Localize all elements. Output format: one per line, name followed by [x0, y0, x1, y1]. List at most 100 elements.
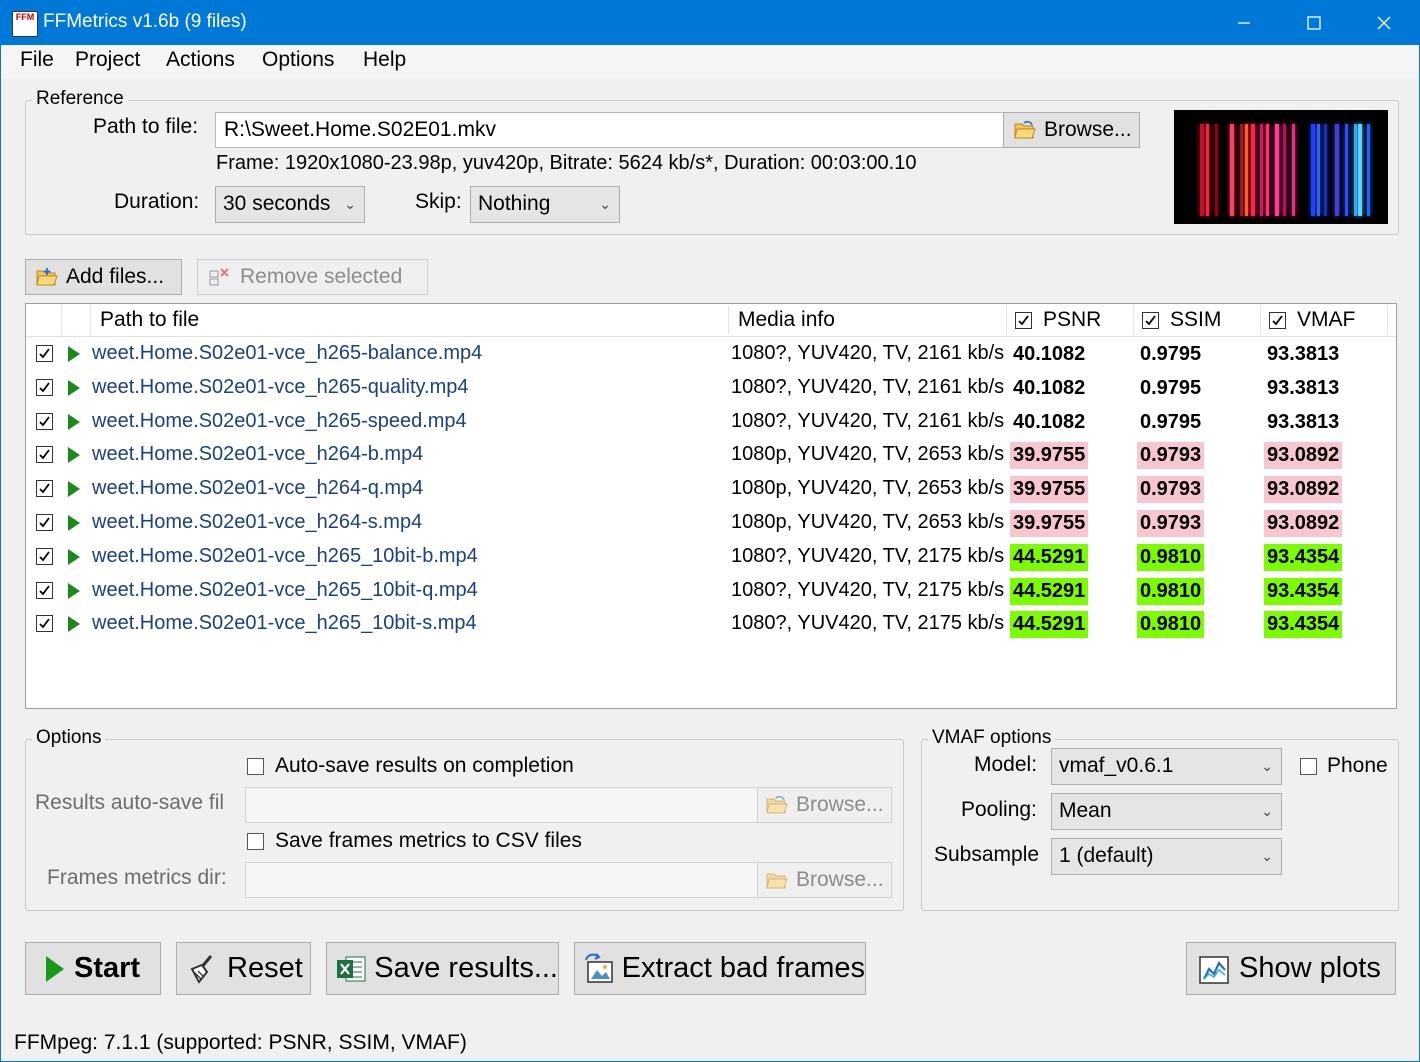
row-checkbox[interactable]: [36, 446, 53, 464]
thumbnail-stripe: [1266, 124, 1269, 216]
folder-icon: [766, 873, 788, 889]
row-path: weet.Home.S02e01-vce_h265-quality.mp4: [92, 375, 469, 398]
table-row[interactable]: weet.Home.S02e01-vce_h265_10bit-q.mp4 108…: [26, 574, 1396, 608]
header-media-info[interactable]: Media info: [738, 308, 835, 332]
csv-checkbox[interactable]: [247, 833, 264, 850]
row-checkbox[interactable]: [36, 412, 53, 430]
psnr-checkbox[interactable]: [1015, 312, 1032, 329]
row-checkbox[interactable]: [36, 615, 53, 633]
table-row[interactable]: weet.Home.S02e01-vce_h264-b.mp4 1080p, YU…: [26, 438, 1396, 472]
frames-dir-input[interactable]: [245, 862, 759, 898]
add-files-label: Add files...: [66, 265, 165, 288]
skip-select[interactable]: Nothing ⌄: [470, 186, 620, 223]
reset-button[interactable]: Reset: [176, 942, 311, 995]
row-checkbox[interactable]: [36, 480, 53, 498]
phone-checkbox[interactable]: [1300, 758, 1317, 775]
header-path[interactable]: Path to file: [100, 308, 199, 332]
row-checkbox[interactable]: [36, 378, 53, 396]
thumbnail-stripe: [1354, 124, 1357, 216]
vmaf-checkbox[interactable]: [1269, 312, 1286, 329]
play-icon[interactable]: [68, 413, 80, 430]
results-grid[interactable]: Path to file Media info PSNR SSIM VMAF w…: [25, 303, 1397, 709]
row-vmaf: 93.4354: [1264, 577, 1343, 605]
checkmark-icon: [39, 585, 50, 595]
table-row[interactable]: weet.Home.S02e01-vce_h265_10bit-s.mp4 108…: [26, 607, 1396, 641]
pooling-select[interactable]: Mean ⌄: [1051, 793, 1282, 830]
checkmark-icon: [39, 517, 50, 528]
row-media-info: 1080p, YUV420, TV, 2653 kb/s: [731, 477, 1005, 500]
minimize-button[interactable]: [1209, 1, 1279, 45]
table-row[interactable]: weet.Home.S02e01-vce_h264-q.mp4 1080p, YU…: [26, 472, 1396, 506]
phone-label: Phone: [1327, 754, 1387, 777]
maximize-button[interactable]: [1279, 1, 1349, 45]
thumbnail-stripe: [1292, 124, 1295, 216]
autosave-checkbox[interactable]: [247, 758, 264, 775]
row-media-info: 1080?, YUV420, TV, 2161 kb/s: [731, 375, 1005, 398]
maximize-icon: [1307, 16, 1321, 30]
model-select[interactable]: vmaf_v0.6.1 ⌄: [1051, 748, 1282, 785]
row-checkbox[interactable]: [36, 345, 53, 362]
extract-bad-frames-button[interactable]: Extract bad frames: [574, 942, 866, 995]
add-files-button[interactable]: Add files...: [25, 259, 182, 295]
row-vmaf: 93.3813: [1267, 410, 1340, 433]
row-path: weet.Home.S02e01-vce_h265_10bit-q.mp4: [92, 578, 478, 601]
menu-options[interactable]: Options: [262, 48, 334, 72]
frames-dir-browse-button[interactable]: Browse...: [757, 862, 892, 898]
ssim-checkbox[interactable]: [1142, 312, 1159, 329]
title-bar[interactable]: FFM FFMetrics v1.6b (9 files): [1, 1, 1419, 45]
header-psnr[interactable]: PSNR: [1043, 308, 1101, 332]
row-psnr: 40.1082: [1013, 343, 1086, 365]
table-row[interactable]: weet.Home.S02e01-vce_h265-quality.mp4 108…: [26, 371, 1396, 405]
row-path: weet.Home.S02e01-vce_h265-balance.mp4: [92, 342, 483, 364]
header-ssim[interactable]: SSIM: [1170, 308, 1221, 332]
autosave-browse-label: Browse...: [796, 793, 884, 816]
menu-project[interactable]: Project: [75, 48, 140, 72]
reference-path-input[interactable]: R:\Sweet.Home.S02E01.mkv: [215, 112, 1005, 148]
row-path: weet.Home.S02e01-vce_h265_10bit-s.mp4: [92, 612, 477, 635]
table-row[interactable]: weet.Home.S02e01-vce_h265_10bit-b.mp4 108…: [26, 540, 1396, 574]
play-icon[interactable]: [68, 582, 80, 599]
play-icon[interactable]: [68, 481, 80, 498]
thumbnail-stripe: [1240, 124, 1243, 216]
pooling-label: Pooling:: [961, 798, 1037, 821]
menu-bar: File Project Actions Options Help: [1, 45, 1419, 79]
remove-selected-button[interactable]: Remove selected: [197, 259, 428, 295]
table-row[interactable]: weet.Home.S02e01-vce_h264-s.mp4 1080p, YU…: [26, 506, 1396, 540]
menu-help[interactable]: Help: [363, 48, 406, 72]
reference-browse-button[interactable]: Browse...: [1003, 112, 1140, 148]
table-row[interactable]: weet.Home.S02e01-vce_h265-speed.mp4 1080?…: [26, 405, 1396, 439]
save-results-button[interactable]: Save results...: [326, 942, 559, 995]
play-icon[interactable]: [68, 548, 80, 565]
play-icon[interactable]: [68, 515, 80, 531]
row-path: weet.Home.S02e01-vce_h265-speed.mp4: [92, 409, 467, 432]
start-button[interactable]: Start: [25, 942, 161, 995]
close-button[interactable]: [1349, 1, 1419, 45]
pooling-select-value: Mean: [1059, 799, 1112, 822]
column-separator: [1387, 306, 1388, 334]
row-path: weet.Home.S02e01-vce_h264-q.mp4: [92, 477, 424, 500]
show-plots-button[interactable]: Show plots: [1186, 942, 1396, 995]
vmaf-options-group-label: VMAF options: [928, 727, 1056, 749]
row-checkbox[interactable]: [36, 514, 53, 531]
window-title: FFMetrics v1.6b (9 files): [43, 11, 247, 32]
row-checkbox[interactable]: [36, 581, 53, 599]
play-icon[interactable]: [68, 379, 80, 396]
table-row[interactable]: weet.Home.S02e01-vce_h265-balance.mp4 108…: [26, 337, 1396, 371]
menu-actions[interactable]: Actions: [166, 48, 235, 72]
autosave-file-input[interactable]: [245, 787, 759, 823]
row-ssim: 0.9810: [1137, 543, 1205, 571]
header-vmaf[interactable]: VMAF: [1297, 308, 1355, 332]
play-icon[interactable]: [68, 447, 80, 464]
play-icon[interactable]: [68, 346, 80, 362]
play-icon[interactable]: [68, 616, 80, 633]
row-psnr: 40.1082: [1013, 410, 1086, 433]
subsample-select[interactable]: 1 (default) ⌄: [1051, 838, 1282, 875]
duration-select[interactable]: 30 seconds ⌄: [215, 186, 365, 223]
autosave-browse-button[interactable]: Browse...: [757, 787, 892, 823]
column-separator: [61, 306, 62, 334]
menu-file[interactable]: File: [20, 48, 54, 72]
row-media-info: 1080?, YUV420, TV, 2175 kb/s: [731, 578, 1005, 601]
row-checkbox[interactable]: [36, 547, 53, 565]
row-ssim: 0.9795: [1140, 410, 1202, 433]
checkmark-icon: [1272, 315, 1283, 326]
